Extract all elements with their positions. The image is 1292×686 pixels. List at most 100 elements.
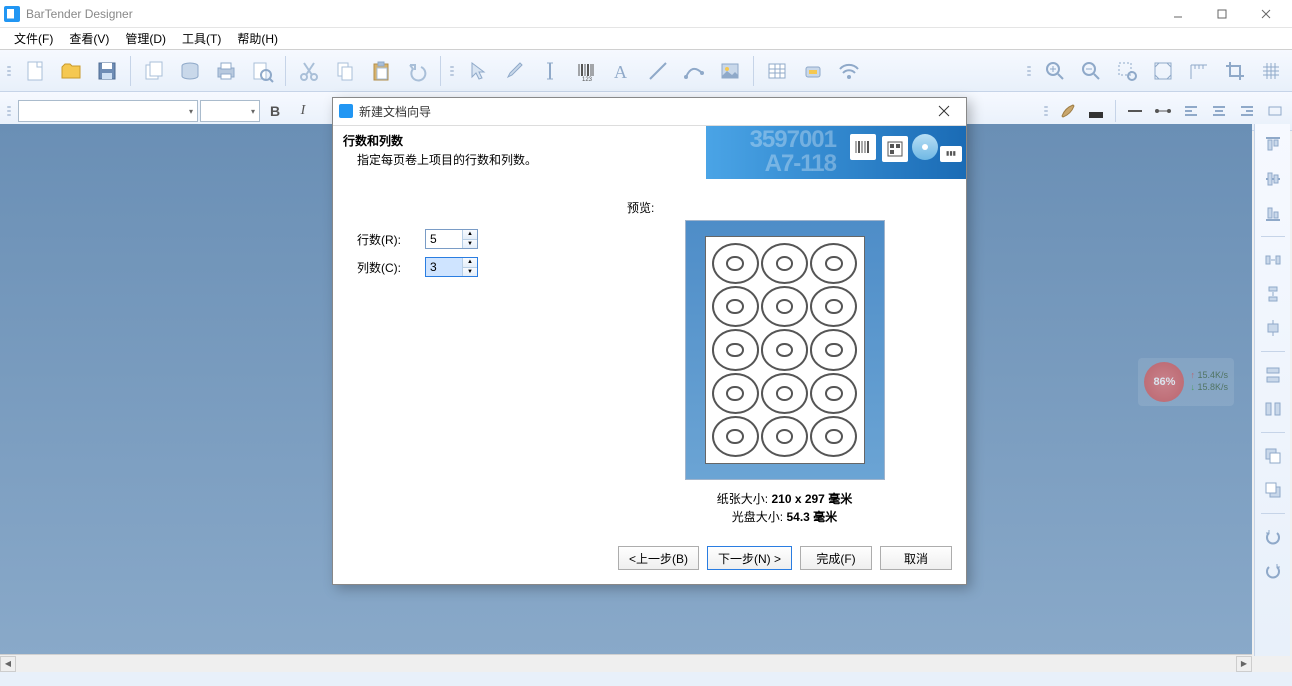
font-family-combo[interactable]: ▾	[18, 100, 198, 122]
barcode-button[interactable]: 123	[569, 54, 603, 88]
svg-text:123: 123	[582, 77, 593, 83]
same-width-button[interactable]	[1258, 360, 1288, 390]
toolbar-grip[interactable]	[1027, 54, 1033, 88]
database-button[interactable]	[173, 54, 207, 88]
open-button[interactable]	[54, 54, 88, 88]
line-style-button[interactable]	[1122, 98, 1148, 124]
upload-speed: 15.4K/s	[1190, 370, 1228, 382]
menu-view[interactable]: 查看(V)	[61, 28, 117, 49]
new-doc-button[interactable]	[18, 54, 52, 88]
app-icon	[4, 6, 20, 22]
dialog-close-button[interactable]	[928, 99, 960, 123]
back-button[interactable]: <上一步(B)	[618, 546, 699, 570]
window-titlebar: BarTender Designer	[0, 0, 1292, 28]
shape-button[interactable]	[677, 54, 711, 88]
toolbar-grip[interactable]	[7, 94, 13, 128]
text-cursor-button[interactable]	[533, 54, 567, 88]
cols-spinner[interactable]: ▲▼	[425, 257, 478, 277]
toolbar-grip[interactable]	[1044, 94, 1050, 128]
window-minimize[interactable]	[1156, 0, 1200, 28]
new-document-wizard-dialog: 新建文档向导 行数和列数 指定每页卷上项目的行数和列数。 3597001 A7-…	[332, 97, 967, 585]
copy-format-button[interactable]	[137, 54, 171, 88]
toolbar-grip[interactable]	[7, 54, 13, 88]
crop-button[interactable]	[1218, 54, 1252, 88]
fill-dropdown-button[interactable]	[1083, 98, 1109, 124]
save-button[interactable]	[90, 54, 124, 88]
rotate-right-button[interactable]	[1258, 556, 1288, 586]
copy-button[interactable]	[328, 54, 362, 88]
align-middle-button[interactable]	[1258, 164, 1288, 194]
italic-button[interactable]: I	[290, 98, 316, 124]
paste-button[interactable]	[364, 54, 398, 88]
cols-label: 列数(C):	[357, 259, 415, 276]
cols-input[interactable]	[426, 258, 462, 276]
bold-button[interactable]: B	[262, 98, 288, 124]
menu-help[interactable]: 帮助(H)	[229, 28, 286, 49]
cols-up-icon[interactable]: ▲	[462, 258, 477, 268]
distribute-h-button[interactable]	[1258, 245, 1288, 275]
finish-button[interactable]: 完成(F)	[800, 546, 872, 570]
horizontal-scrollbar[interactable]: ◀ ▶	[0, 654, 1252, 672]
text-button[interactable]: A	[605, 54, 639, 88]
rotate-left-button[interactable]	[1258, 522, 1288, 552]
print-button[interactable]	[209, 54, 243, 88]
print-preview-button[interactable]	[245, 54, 279, 88]
zoom-region-button[interactable]	[1110, 54, 1144, 88]
download-speed: 15.8K/s	[1190, 382, 1228, 394]
preview-page	[705, 236, 865, 464]
rows-input[interactable]	[426, 230, 462, 248]
grid-button[interactable]	[1254, 54, 1288, 88]
bring-front-button[interactable]	[1258, 441, 1288, 471]
eyedropper-button[interactable]	[497, 54, 531, 88]
rows-down-icon[interactable]: ▼	[462, 240, 477, 249]
menu-manage[interactable]: 管理(D)	[117, 28, 174, 49]
align-center-button[interactable]	[1206, 98, 1232, 124]
align-right-button[interactable]	[1234, 98, 1260, 124]
network-speed-widget: 86% 15.4K/s 15.8K/s	[1138, 358, 1234, 406]
align-bottom-button[interactable]	[1258, 198, 1288, 228]
distribute-v-button[interactable]	[1258, 279, 1288, 309]
menu-file[interactable]: 文件(F)	[6, 28, 61, 49]
pointer-button[interactable]	[461, 54, 495, 88]
cpu-percent-badge: 86%	[1144, 362, 1184, 402]
dialog-icon	[339, 104, 353, 118]
send-back-button[interactable]	[1258, 475, 1288, 505]
side-toolbar	[1254, 124, 1290, 656]
window-maximize[interactable]	[1200, 0, 1244, 28]
wizard-banner-graphic: 3597001 A7-118 ▮▮▮	[706, 126, 966, 179]
scroll-right-icon[interactable]: ▶	[1236, 656, 1252, 672]
status-bar	[0, 672, 1292, 686]
rows-label: 行数(R):	[357, 231, 415, 248]
zoom-fit-button[interactable]	[1146, 54, 1180, 88]
align-left-button[interactable]	[1178, 98, 1204, 124]
line-button[interactable]	[641, 54, 675, 88]
scroll-left-icon[interactable]: ◀	[0, 656, 16, 672]
font-size-combo[interactable]: ▾	[200, 100, 260, 122]
cut-button[interactable]	[292, 54, 326, 88]
encoder-button[interactable]	[796, 54, 830, 88]
zoom-out-button[interactable]	[1074, 54, 1108, 88]
toolbar-grip[interactable]	[450, 54, 456, 88]
svg-text:A: A	[614, 62, 627, 82]
zoom-in-button[interactable]	[1038, 54, 1072, 88]
rfid-button[interactable]	[832, 54, 866, 88]
rows-up-icon[interactable]: ▲	[462, 230, 477, 240]
rows-spinner[interactable]: ▲▼	[425, 229, 478, 249]
undo-button[interactable]	[400, 54, 434, 88]
line-ends-button[interactable]	[1150, 98, 1176, 124]
align-top-button[interactable]	[1258, 130, 1288, 160]
center-h-button[interactable]	[1258, 313, 1288, 343]
ruler-button[interactable]	[1182, 54, 1216, 88]
next-button[interactable]: 下一步(N) >	[707, 546, 792, 570]
image-button[interactable]	[713, 54, 747, 88]
rect-tool-button[interactable]	[1262, 98, 1288, 124]
window-close[interactable]	[1244, 0, 1288, 28]
cancel-button[interactable]: 取消	[880, 546, 952, 570]
preview-box	[685, 220, 885, 480]
toolbar-1: 123 A	[0, 50, 1292, 92]
cols-down-icon[interactable]: ▼	[462, 268, 477, 277]
same-height-button[interactable]	[1258, 394, 1288, 424]
table-button[interactable]	[760, 54, 794, 88]
brush-icon[interactable]	[1055, 98, 1081, 124]
menu-tools[interactable]: 工具(T)	[174, 28, 229, 49]
